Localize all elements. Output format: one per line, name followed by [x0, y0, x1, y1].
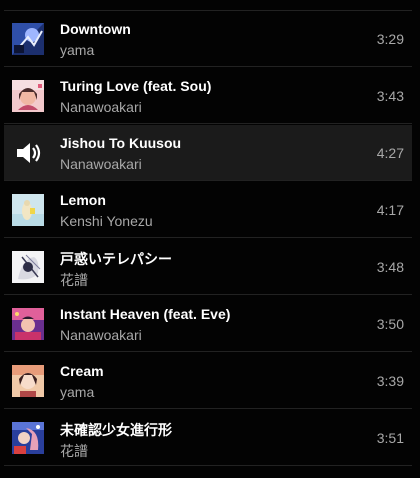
- track-title: Downtown: [60, 21, 131, 37]
- track-artist[interactable]: 花譜: [60, 441, 88, 461]
- lemon-art[interactable]: [12, 194, 44, 226]
- mikakunin-art[interactable]: [12, 422, 44, 454]
- track-row[interactable]: Downtown yama 3:29: [4, 11, 412, 67]
- downtown-art[interactable]: [12, 23, 44, 55]
- track-artist[interactable]: Nanawoakari: [60, 156, 142, 172]
- track-title: Cream: [60, 363, 104, 379]
- track-row[interactable]: Turing Love (feat. Sou) Nanawoakari 3:43: [4, 68, 412, 124]
- track-row[interactable]: 戸惑いテレパシー 花譜 3:48: [4, 239, 412, 295]
- track-duration: 4:27: [376, 145, 404, 161]
- track-row[interactable]: Instant Heaven (feat. Eve) Nanawoakari 3…: [4, 296, 412, 352]
- instant-heaven-art[interactable]: [12, 308, 44, 340]
- track-title: Jishou To Kuusou: [60, 135, 182, 151]
- track-duration: 3:50: [376, 316, 404, 332]
- tomadoi-art[interactable]: [12, 251, 44, 283]
- track-row[interactable]: Lemon Kenshi Yonezu 4:17: [4, 182, 412, 238]
- track-artist[interactable]: yama: [60, 42, 94, 58]
- track-duration: 3:48: [376, 259, 404, 275]
- playlist: Downtown yama 3:29 Turing Love (feat. So…: [0, 0, 420, 478]
- track-duration: 3:51: [376, 430, 404, 446]
- track-title: Lemon: [60, 192, 106, 208]
- speaker-icon[interactable]: [12, 137, 44, 169]
- track-row[interactable]: Cream yama 3:39: [4, 353, 412, 409]
- track-artist[interactable]: yama: [60, 384, 94, 400]
- track-row-now-playing[interactable]: Jishou To Kuusou Nanawoakari 4:27: [4, 125, 412, 181]
- turing-love-art[interactable]: [12, 80, 44, 112]
- track-artist[interactable]: 花譜: [60, 270, 88, 290]
- track-title: Turing Love (feat. Sou): [60, 78, 212, 94]
- track-artist[interactable]: Nanawoakari: [60, 327, 142, 343]
- track-artist[interactable]: Nanawoakari: [60, 99, 142, 115]
- track-duration: 3:29: [376, 31, 404, 47]
- track-title: Instant Heaven (feat. Eve): [60, 306, 231, 322]
- track-duration: 3:43: [376, 88, 404, 104]
- track-title: 戸惑いテレパシー: [60, 251, 172, 267]
- track-artist[interactable]: Kenshi Yonezu: [60, 213, 153, 229]
- track-row[interactable]: 未確認少女進行形 花譜 3:51: [4, 410, 412, 466]
- track-title: 未確認少女進行形: [60, 422, 172, 438]
- track-duration: 4:17: [376, 202, 404, 218]
- cream-art[interactable]: [12, 365, 44, 397]
- track-duration: 3:39: [376, 373, 404, 389]
